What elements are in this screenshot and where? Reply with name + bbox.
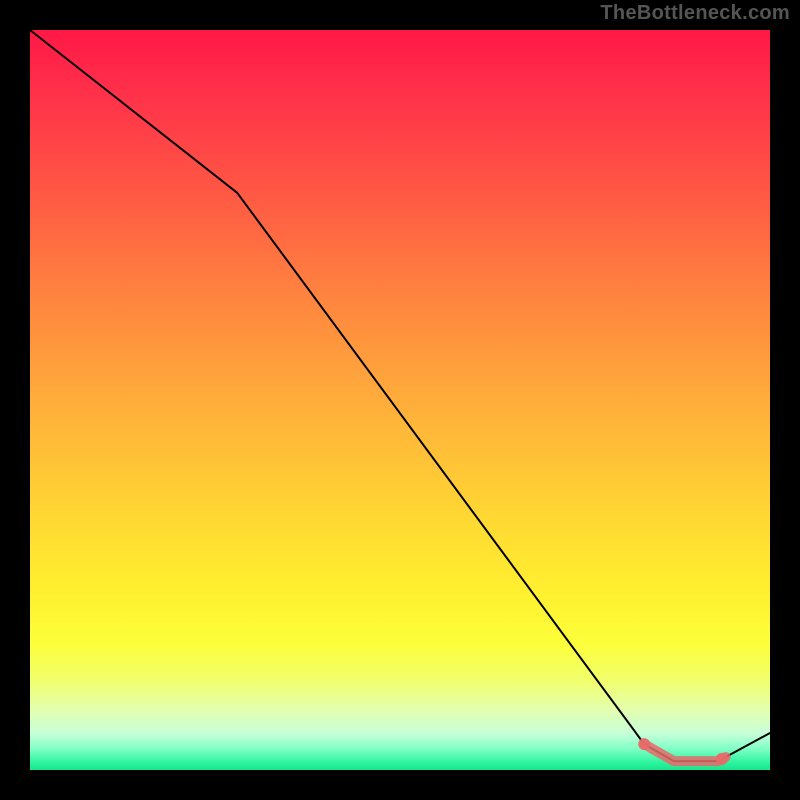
optimal-range-halo bbox=[644, 744, 725, 761]
watermark-text: TheBottleneck.com bbox=[600, 2, 790, 25]
bottleneck-curve bbox=[30, 30, 770, 761]
marker-end bbox=[716, 753, 728, 765]
chart-frame: TheBottleneck.com bbox=[0, 0, 800, 800]
marker-start bbox=[638, 738, 650, 750]
plot-area bbox=[30, 30, 770, 770]
chart-svg bbox=[30, 30, 770, 770]
